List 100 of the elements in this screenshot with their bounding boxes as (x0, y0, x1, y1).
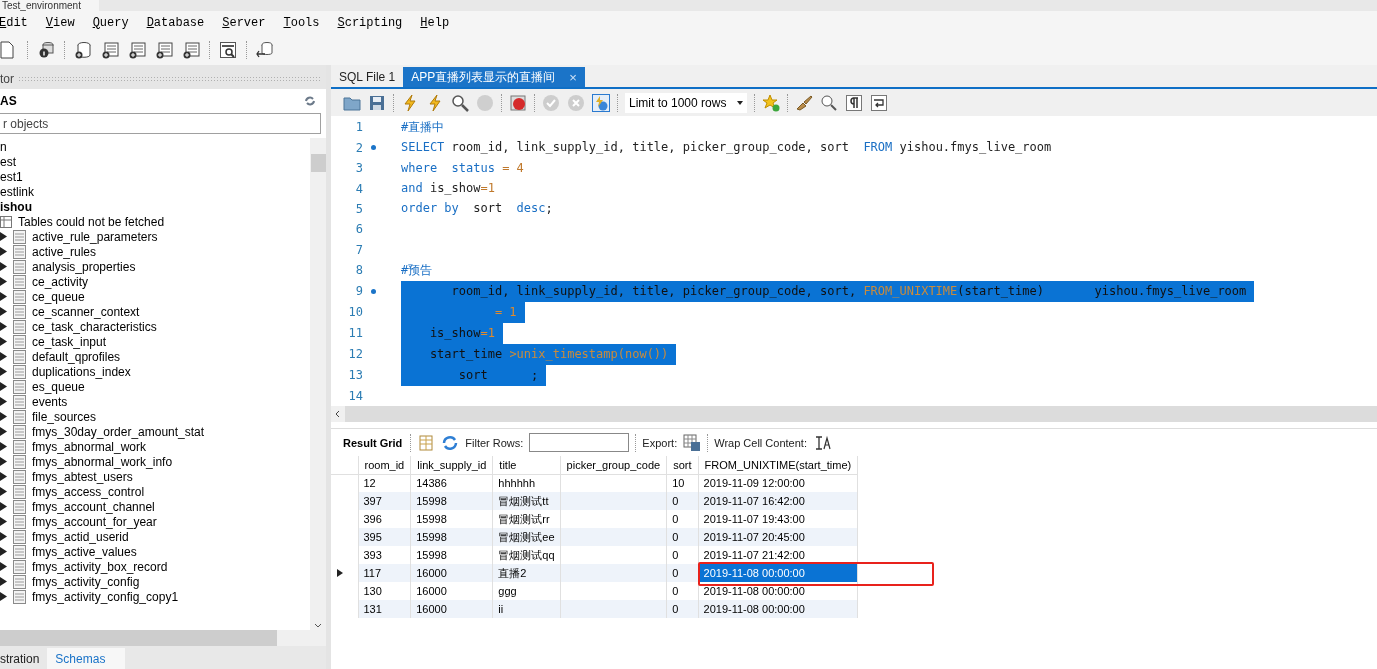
table-icon (13, 544, 26, 559)
new-function-icon[interactable] (182, 40, 200, 59)
menu-item[interactable]: Database (146, 15, 216, 30)
search-icon[interactable] (820, 93, 838, 112)
save-icon[interactable] (368, 93, 386, 112)
execute-icon[interactable] (401, 93, 419, 112)
line-number: 4 (354, 181, 363, 196)
table-cell[interactable]: 131 (358, 600, 411, 618)
tree-item[interactable]: fmys_activity_box_record (32, 559, 168, 574)
table-icon (13, 514, 26, 529)
tree-item[interactable]: est (0, 154, 16, 169)
tree-item[interactable]: ce_queue (32, 289, 85, 304)
menu-item[interactable]: View (45, 15, 86, 30)
line-number: 12 (347, 347, 363, 361)
panel-tab[interactable]: stration (0, 648, 48, 669)
horizontal-scrollbar[interactable] (331, 406, 1377, 422)
table-cell[interactable]: 0 (666, 600, 699, 618)
tree-item[interactable]: fmys_access_control (32, 484, 145, 499)
table-cell[interactable]: 2019-11-08 00:00:00 (698, 564, 858, 582)
connection-tab[interactable]: Test_environment (0, 0, 99, 11)
filter-field[interactable]: r objects (0, 113, 321, 134)
new-view-icon[interactable] (128, 40, 146, 59)
tree-item[interactable]: ce_task_characteristics (32, 319, 157, 334)
new-schema-icon[interactable] (74, 40, 92, 59)
tree-item[interactable]: ce_scanner_context (32, 304, 140, 319)
column-header[interactable]: room_id (358, 456, 411, 474)
star-icon[interactable] (762, 93, 780, 112)
new-table-icon[interactable] (101, 40, 119, 59)
horizontal-scrollbar[interactable] (0, 630, 326, 646)
export-icon[interactable] (683, 433, 702, 452)
wrap-icon[interactable] (870, 93, 888, 112)
tree-item[interactable]: es_queue (32, 379, 85, 394)
table-cell[interactable]: 16000 (410, 600, 493, 618)
navigator-title: tor (0, 72, 14, 86)
reconnect-icon[interactable] (256, 40, 274, 59)
column-header[interactable]: picker_group_code (560, 456, 667, 474)
scroll-left-icon[interactable] (334, 410, 342, 418)
tree-item[interactable]: fmys_active_values (32, 544, 137, 559)
filter-rows-field[interactable] (529, 433, 630, 452)
table-icon (13, 304, 26, 319)
result-grid-tab[interactable]: Result Grid (341, 436, 405, 449)
database-info-icon[interactable] (37, 40, 55, 59)
column-header[interactable]: FROM_UNIXTIME(start_time) (698, 456, 858, 474)
tree-item[interactable]: est1 (0, 169, 23, 184)
tree-item[interactable]: duplications_index (32, 364, 131, 379)
tree-item[interactable]: fmys_account_channel (32, 499, 155, 514)
autocommit-icon[interactable] (592, 93, 610, 112)
tree-item[interactable]: fmys_abnormal_work_info (32, 454, 173, 469)
execute-current-icon[interactable] (426, 93, 444, 112)
tree-item[interactable]: analysis_properties (32, 259, 136, 274)
tree-item[interactable]: ishou (0, 199, 32, 214)
line-number: 13 (347, 368, 363, 382)
limit-dropdown[interactable]: Limit to 1000 rows (625, 92, 747, 113)
tree-item[interactable]: ce_activity (32, 274, 89, 289)
table-icon (13, 559, 26, 574)
explain-icon[interactable] (451, 93, 469, 112)
tree-item[interactable]: fmys_30day_order_amount_stat (32, 424, 205, 439)
new-procedure-icon[interactable] (155, 40, 173, 59)
tree-item[interactable]: fmys_abtest_users (32, 469, 133, 484)
column-header[interactable]: link_supply_id (410, 456, 493, 474)
tree-item[interactable]: ce_task_input (32, 334, 107, 349)
menu-item[interactable]: Help (420, 15, 461, 30)
tree-item[interactable]: events (32, 394, 68, 409)
refresh-icon[interactable] (441, 433, 460, 452)
scroll-down-icon[interactable] (314, 622, 322, 630)
line-number: 9 (354, 284, 363, 298)
tree-item[interactable]: active_rules (32, 244, 97, 259)
beautify-icon[interactable] (795, 93, 813, 112)
panel-tab[interactable]: Schemas (47, 648, 126, 669)
editor-tab[interactable]: APP直播列表显示的直播间 × (403, 67, 585, 87)
table-cell[interactable]: 2019-11-08 00:00:00 (698, 600, 858, 618)
table-icon (13, 349, 26, 364)
table-icon (13, 424, 26, 439)
table-icon (13, 364, 26, 379)
column-header[interactable]: title (492, 456, 561, 474)
pilcrow-icon[interactable] (845, 93, 863, 112)
tree-item[interactable]: default_qprofiles (32, 349, 121, 364)
tree-item[interactable]: fmys_abnormal_work (32, 439, 147, 454)
tree-item[interactable]: fmys_activity_config_copy1 (32, 589, 179, 604)
tree-item[interactable]: fmys_actid_userid (32, 529, 129, 544)
close-icon[interactable]: × (569, 69, 577, 85)
tree-item[interactable]: fmys_activity_config (32, 574, 140, 589)
tree-item[interactable]: estlink (0, 184, 34, 199)
menu-item[interactable]: Edit (0, 15, 39, 30)
tree-item[interactable]: n (0, 139, 7, 154)
menu-item[interactable]: Query (92, 15, 140, 30)
vertical-scrollbar[interactable] (310, 138, 326, 630)
search-table-icon[interactable] (219, 40, 237, 59)
tree-item[interactable]: fmys_account_for_year (32, 514, 157, 529)
menu-item[interactable]: Server (222, 15, 277, 30)
menu-item[interactable]: Scripting (337, 15, 414, 30)
scroll-thumb[interactable] (310, 154, 326, 172)
menu-item[interactable]: Tools (283, 15, 331, 30)
table-cell[interactable]: ii (492, 600, 561, 618)
refresh-icon[interactable] (304, 96, 316, 106)
editor-tab[interactable]: SQL File 1 (331, 67, 404, 87)
stop-on-error-icon[interactable] (509, 93, 527, 112)
tree-item[interactable]: file_sources (32, 409, 97, 424)
column-header[interactable]: sort (666, 456, 699, 474)
tree-item[interactable]: active_rule_parameters (32, 229, 158, 244)
